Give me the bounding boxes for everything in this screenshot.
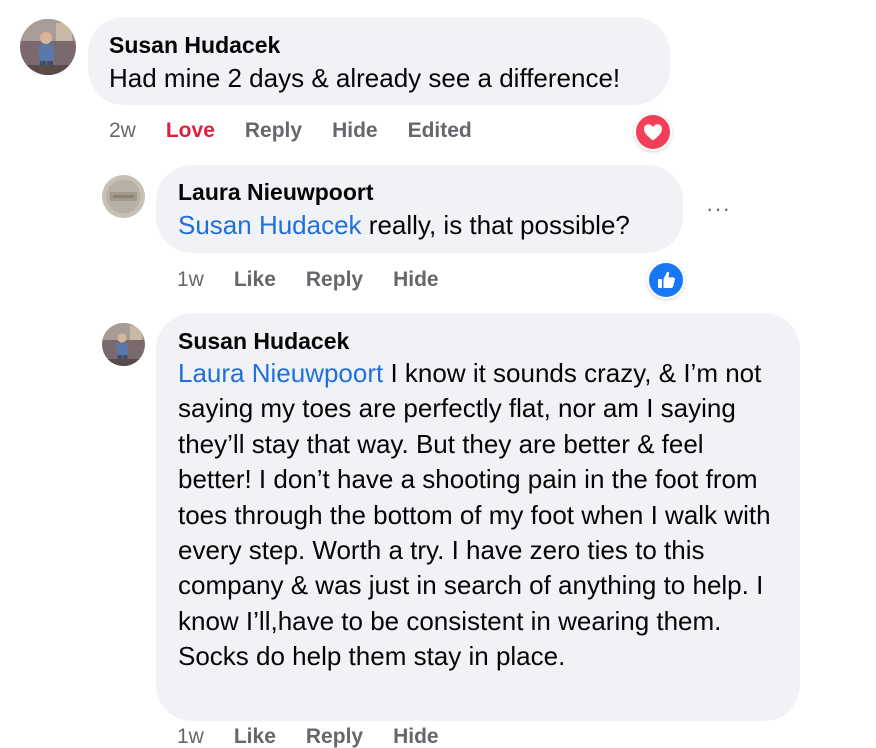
comment-bubble: Laura Nieuwpoort Susan Hudacek really, i…	[156, 165, 683, 253]
comment-author[interactable]: Laura Nieuwpoort	[178, 178, 663, 206]
reply-link[interactable]: Reply	[245, 119, 302, 143]
edited-label[interactable]: Edited	[408, 119, 472, 143]
comment-actions: 1w Like Reply Hide	[177, 725, 439, 748]
comment-timestamp[interactable]: 2w	[109, 119, 136, 143]
avatar[interactable]	[20, 19, 76, 75]
love-link[interactable]: Love	[166, 119, 215, 143]
reply-link[interactable]: Reply	[306, 725, 363, 748]
heart-icon[interactable]	[634, 113, 672, 151]
like-link[interactable]: Like	[234, 725, 276, 748]
comment-actions: 2w Love Reply Hide Edited	[109, 119, 472, 143]
avatar[interactable]	[102, 175, 145, 218]
mention-link[interactable]: Susan Hudacek	[178, 210, 362, 240]
reply-link[interactable]: Reply	[306, 268, 363, 292]
mention-link[interactable]: Laura Nieuwpoort	[178, 358, 383, 388]
comment-text: Had mine 2 days & already see a differen…	[109, 63, 621, 93]
hide-link[interactable]: Hide	[393, 268, 439, 292]
comment-author[interactable]: Susan Hudacek	[178, 327, 780, 355]
like-link[interactable]: Like	[234, 268, 276, 292]
avatar[interactable]	[102, 323, 145, 366]
comment-timestamp[interactable]: 1w	[177, 268, 204, 292]
comment-text: Susan Hudacek really, is that possible?	[178, 210, 630, 240]
thumbs-up-icon[interactable]	[647, 261, 685, 299]
comment-text: Laura Nieuwpoort I know it sounds crazy,…	[178, 358, 771, 672]
hide-link[interactable]: Hide	[332, 119, 378, 143]
comment-author[interactable]: Susan Hudacek	[109, 31, 650, 59]
comment-bubble: Susan Hudacek Laura Nieuwpoort I know it…	[156, 313, 800, 721]
comment-thread: Susan Hudacek Had mine 2 days & already …	[0, 0, 876, 748]
comment-timestamp[interactable]: 1w	[177, 725, 204, 748]
more-options-icon[interactable]: ···	[706, 196, 731, 222]
comment-bubble: Susan Hudacek Had mine 2 days & already …	[88, 17, 670, 105]
comment-actions: 1w Like Reply Hide	[177, 268, 439, 292]
hide-link[interactable]: Hide	[393, 725, 439, 748]
